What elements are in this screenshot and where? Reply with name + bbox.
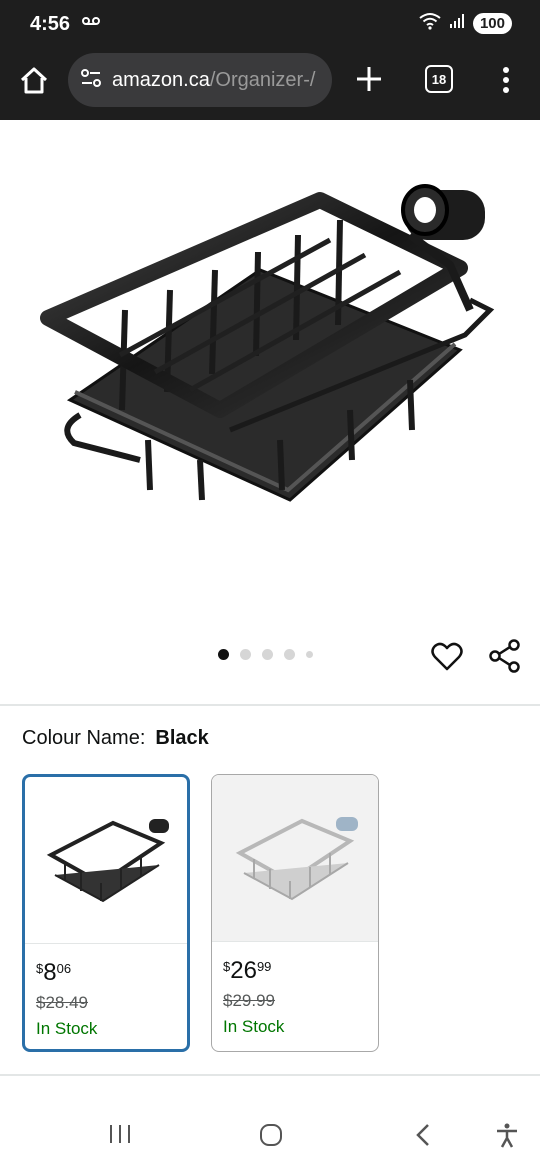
carousel-dot[interactable] (218, 649, 229, 660)
status-time: 4:56 (30, 13, 71, 35)
more-menu-icon[interactable] (494, 64, 518, 96)
back-icon[interactable] (412, 1122, 434, 1153)
swatch-price: $806 (36, 959, 71, 987)
swatch-divider (212, 941, 378, 942)
site-settings-icon[interactable] (80, 67, 102, 94)
address-bar[interactable]: amazon.ca/Organizer-/ (68, 53, 332, 107)
browser-toolbar: amazon.ca/Organizer-/ 18 (0, 50, 540, 120)
tab-switcher-button[interactable]: 18 (425, 65, 453, 93)
carousel-dot[interactable] (262, 649, 273, 660)
colour-swatch-silver[interactable]: $2699 $29.99 In Stock (211, 774, 379, 1052)
wifi-icon (419, 12, 441, 35)
system-nav-bar (0, 1100, 540, 1170)
colour-name-row: Colour Name: Black (22, 727, 209, 750)
price-whole: 8 (43, 959, 57, 986)
status-bar: 4:56 100 (0, 0, 540, 50)
swatch-price: $2699 (223, 957, 271, 985)
stock-status: In Stock (36, 1019, 98, 1038)
carousel-dot[interactable] (240, 649, 251, 660)
home-icon[interactable] (18, 65, 50, 97)
url-path: /Organizer-/ (209, 68, 316, 91)
section-divider (0, 1074, 540, 1076)
status-icons: 100 (419, 12, 512, 35)
signal-icon (449, 13, 465, 34)
price-fraction: 06 (56, 961, 72, 976)
price-symbol: $ (223, 959, 231, 974)
swatch-image (212, 775, 378, 941)
heart-icon[interactable] (430, 640, 464, 674)
stock-status: In Stock (223, 1017, 285, 1036)
image-carousel-indicator (218, 649, 313, 660)
carousel-dot[interactable] (306, 651, 313, 658)
swatch-image (25, 777, 187, 943)
price-fraction: 99 (256, 959, 272, 974)
colour-value: Black (155, 727, 209, 749)
recent-apps-icon[interactable] (108, 1122, 132, 1151)
colour-label: Colour Name: (22, 727, 146, 749)
colour-swatch-black[interactable]: $806 $28.49 In Stock (22, 774, 190, 1052)
product-image[interactable] (30, 160, 510, 520)
price-symbol: $ (36, 961, 44, 976)
list-price: $29.99 (223, 991, 275, 1010)
home-nav-icon[interactable] (258, 1122, 284, 1153)
url-domain: amazon.ca (112, 68, 210, 91)
battery-indicator: 100 (472, 13, 512, 34)
accessibility-icon[interactable] (494, 1122, 520, 1153)
section-divider (0, 704, 540, 706)
voicemail-icon (82, 14, 100, 32)
carousel-dot[interactable] (284, 649, 295, 660)
new-tab-icon[interactable] (352, 62, 386, 96)
list-price: $28.49 (36, 993, 88, 1012)
swatch-divider (25, 943, 187, 944)
price-whole: 26 (230, 957, 257, 984)
share-icon[interactable] (488, 638, 522, 674)
url-text: amazon.ca/Organizer-/ (112, 69, 315, 92)
